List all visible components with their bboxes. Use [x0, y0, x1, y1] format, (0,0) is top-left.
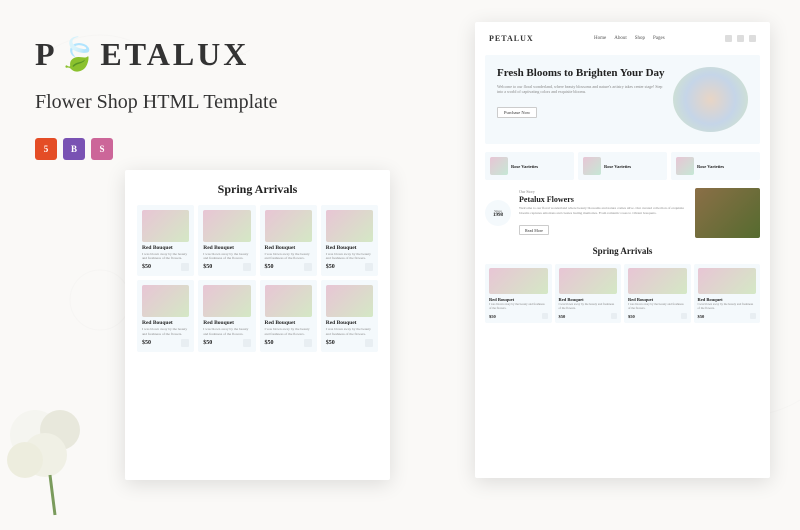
product-grid-small: Red BouquetI was blown away by the beaut…	[485, 264, 760, 323]
nav-link-home[interactable]: Home	[594, 36, 606, 41]
since-badge: Since1998	[485, 200, 511, 226]
nav-link-pages[interactable]: Pages	[653, 36, 665, 41]
product-card[interactable]: Red BouquetI was blown away by the beaut…	[137, 280, 194, 351]
product-image	[326, 210, 373, 242]
product-image	[326, 285, 373, 317]
product-card[interactable]: Red BouquetI was blown away by the beaut…	[260, 205, 317, 276]
story-title: Petalux Flowers	[519, 195, 687, 204]
nav-icons	[725, 35, 756, 42]
hero-section: Fresh Blooms to Brighten Your Day Welcom…	[485, 55, 760, 144]
category-image	[490, 157, 508, 175]
product-card[interactable]: Red BouquetI was blown away by the beaut…	[555, 264, 622, 323]
promo-subtitle: Flower Shop HTML Template	[35, 91, 277, 114]
category-image	[583, 157, 601, 175]
category-card[interactable]: Rose Varieties	[578, 152, 667, 180]
section-title: Spring Arrivals	[485, 246, 760, 256]
product-image	[265, 285, 312, 317]
cart-icon[interactable]	[365, 263, 373, 271]
product-image	[142, 210, 189, 242]
cart-icon[interactable]	[542, 313, 548, 319]
section-title: Spring Arrivals	[137, 182, 378, 197]
category-image	[676, 157, 694, 175]
cart-icon[interactable]	[681, 313, 687, 319]
cart-icon[interactable]	[611, 313, 617, 319]
story-label: Our Story	[519, 189, 687, 194]
product-image	[628, 268, 687, 294]
product-image	[559, 268, 618, 294]
product-card[interactable]: Red BouquetI was blown away by the beaut…	[694, 264, 761, 323]
product-image	[265, 210, 312, 242]
hero-title: Fresh Blooms to Brighten Your Day	[497, 67, 665, 80]
cart-icon[interactable]	[365, 339, 373, 347]
category-card[interactable]: Rose Varieties	[671, 152, 760, 180]
site-nav: PETALUX Home About Shop Pages	[485, 32, 760, 45]
product-card[interactable]: Red BouquetI was blown away by the beaut…	[198, 280, 255, 351]
nav-link-about[interactable]: About	[614, 36, 627, 41]
product-image	[203, 285, 250, 317]
product-card[interactable]: Red BouquetI was blown away by the beaut…	[321, 280, 378, 351]
product-grid: Red BouquetI was blown away by the beaut…	[137, 205, 378, 352]
decorative-bouquet	[0, 375, 125, 525]
tech-badges: 5 B S	[35, 138, 113, 160]
nav-link-shop[interactable]: Shop	[635, 36, 645, 41]
preview-panel-homepage: PETALUX Home About Shop Pages Fresh Bloo…	[475, 22, 770, 478]
product-card[interactable]: Red BouquetI was blown away by the beaut…	[624, 264, 691, 323]
cart-icon[interactable]	[243, 263, 251, 271]
cart-icon[interactable]	[181, 263, 189, 271]
nav-logo[interactable]: PETALUX	[489, 34, 534, 43]
product-card[interactable]: Red BouquetI was blown away by the beaut…	[321, 205, 378, 276]
promo-header: P🍃ETALUX Flower Shop HTML Template	[35, 35, 277, 114]
product-card[interactable]: Red BouquetI was blown away by the beaut…	[485, 264, 552, 323]
bootstrap-badge: B	[63, 138, 85, 160]
preview-panel-products: Spring Arrivals Red BouquetI was blown a…	[125, 170, 390, 480]
story-description: Welcome to our floral wonderland where b…	[519, 206, 687, 215]
leaf-icon: 🍃	[58, 36, 101, 72]
nav-links: Home About Shop Pages	[594, 36, 665, 41]
cart-icon[interactable]	[243, 339, 251, 347]
search-icon[interactable]	[725, 35, 732, 42]
product-image	[203, 210, 250, 242]
read-more-button[interactable]: Read More	[519, 225, 549, 235]
product-image	[489, 268, 548, 294]
hero-description: Welcome to our floral wonderland, where …	[497, 84, 665, 94]
product-image	[142, 285, 189, 317]
product-card[interactable]: Red BouquetI was blown away by the beaut…	[198, 205, 255, 276]
purchase-button[interactable]: Purchase Now	[497, 107, 537, 118]
story-image	[695, 188, 760, 238]
product-card[interactable]: Red BouquetI was blown away by the beaut…	[260, 280, 317, 351]
story-section: Since1998 Our Story Petalux Flowers Welc…	[485, 188, 760, 238]
html5-badge: 5	[35, 138, 57, 160]
category-card[interactable]: Rose Varieties	[485, 152, 574, 180]
product-image	[698, 268, 757, 294]
cart-icon[interactable]	[181, 339, 189, 347]
cart-icon[interactable]	[304, 339, 312, 347]
product-card[interactable]: Red BouquetI was blown away by the beaut…	[137, 205, 194, 276]
cart-icon[interactable]	[304, 263, 312, 271]
user-icon[interactable]	[749, 35, 756, 42]
hero-image	[673, 67, 748, 132]
sass-badge: S	[91, 138, 113, 160]
brand-logo: P🍃ETALUX	[35, 35, 277, 73]
cart-icon[interactable]	[750, 313, 756, 319]
category-row: Rose Varieties Rose Varieties Rose Varie…	[485, 152, 760, 180]
cart-icon[interactable]	[737, 35, 744, 42]
